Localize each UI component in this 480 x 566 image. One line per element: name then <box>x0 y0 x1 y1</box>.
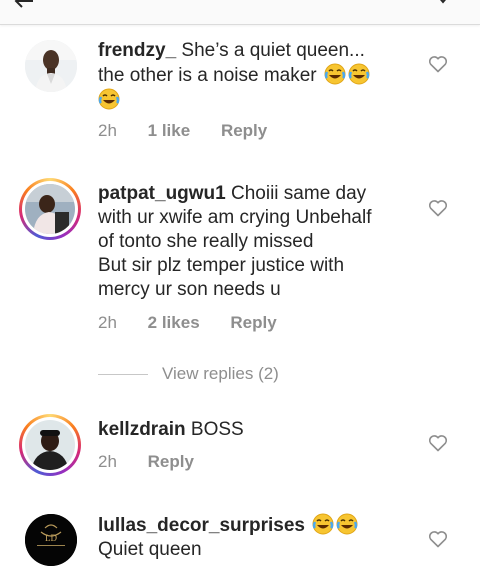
avatar[interactable]: LD <box>25 514 77 566</box>
heart-outline-icon[interactable] <box>428 434 448 452</box>
comment-username[interactable]: kellzdrain <box>98 419 186 440</box>
like-count[interactable]: 1 like <box>148 121 191 140</box>
comment-text: lullas_decor_surprises Quiet queen <box>98 513 428 562</box>
comment-username[interactable]: lullas_decor_surprises <box>98 515 305 536</box>
face-with-tears-of-joy-emoji <box>312 513 334 535</box>
comment-meta: 2h Reply <box>98 452 194 472</box>
face-with-tears-of-joy-emoji <box>324 63 346 85</box>
svg-text:LD: LD <box>45 533 57 543</box>
comment-timestamp: 2h <box>98 121 117 140</box>
comment-text: patpat_ugwu1 Choiii same day with ur xwi… <box>98 182 428 302</box>
avatar[interactable] <box>25 40 77 92</box>
back-arrow-icon[interactable] <box>14 0 34 8</box>
avatar[interactable] <box>19 414 81 476</box>
comment-meta: 2h 1 like Reply <box>98 121 267 141</box>
face-with-tears-of-joy-emoji <box>336 513 358 535</box>
comment-body-line: But sir plz temper justice with <box>98 255 345 276</box>
reply-button[interactable]: Reply <box>148 452 194 471</box>
chevron-down-icon[interactable] <box>436 0 450 6</box>
comment-body-line: Quiet queen <box>98 539 202 560</box>
top-bar <box>0 0 480 25</box>
view-replies-label[interactable]: View replies (2) <box>162 364 279 383</box>
comment-username[interactable]: frendzy_ <box>98 40 176 61</box>
heart-outline-icon[interactable] <box>428 199 448 217</box>
comment-body-line: with ur xwife am crying Unbehalf <box>98 207 372 228</box>
comment-body-line: mercy ur son needs u <box>98 279 281 300</box>
avatar-photo <box>25 40 77 92</box>
like-count[interactable]: 2 likes <box>148 313 200 332</box>
comment-timestamp: 2h <box>98 452 117 471</box>
comment-text: kellzdrain BOSS <box>98 418 428 442</box>
avatar-photo: LD <box>25 514 77 566</box>
face-with-tears-of-joy-emoji <box>98 88 120 110</box>
comment-body-line: the other is a noise maker <box>98 65 317 86</box>
comment-body-line: Choiii same day <box>225 183 367 204</box>
avatar[interactable] <box>19 178 81 240</box>
avatar-photo <box>25 184 75 234</box>
reply-button[interactable]: Reply <box>230 313 276 332</box>
comment-username[interactable]: patpat_ugwu1 <box>98 183 226 204</box>
heart-outline-icon[interactable] <box>428 530 448 548</box>
avatar-photo <box>25 420 75 470</box>
comment-body-line: She’s a quiet queen... <box>176 40 365 61</box>
view-replies-divider <box>98 374 148 376</box>
view-replies-button[interactable]: View replies (2) <box>98 364 279 384</box>
comment-text: frendzy_ She’s a quiet queen... the othe… <box>98 39 428 113</box>
comment-meta: 2h 2 likes Reply <box>98 313 277 333</box>
comment-timestamp: 2h <box>98 313 117 332</box>
comment-body-line: BOSS <box>185 419 244 440</box>
heart-outline-icon[interactable] <box>428 55 448 73</box>
face-with-tears-of-joy-emoji <box>348 63 370 85</box>
reply-button[interactable]: Reply <box>221 121 267 140</box>
comment-body-line: of tonto she really missed <box>98 231 314 252</box>
